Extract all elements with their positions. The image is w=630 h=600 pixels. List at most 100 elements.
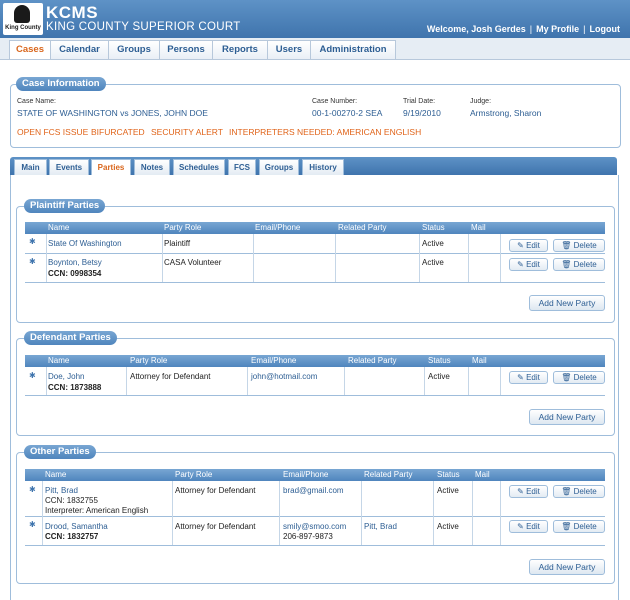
nav-administration[interactable]: Administration — [310, 40, 396, 59]
edit-button[interactable]: ✎ Edit — [509, 485, 548, 498]
party-name-link[interactable]: Pitt, Brad — [45, 486, 78, 495]
add-plaintiff-party-button[interactable]: Add New Party — [529, 295, 605, 311]
trash-icon: 🗑 — [561, 241, 574, 250]
welcome-text: Welcome, Josh Gerdes — [426, 24, 526, 34]
delete-button[interactable]: 🗑 Delete — [553, 485, 605, 498]
judge-name: Armstrong, Sharon — [470, 108, 542, 118]
col-related-party: Related Party — [338, 223, 387, 232]
col-mail: Mail — [471, 223, 486, 232]
col-party-role: Party Role — [164, 223, 202, 232]
add-defendant-party-button[interactable]: Add New Party — [529, 409, 605, 425]
party-ccn: CCN: 1873888 — [48, 383, 102, 392]
party-ccn: CCN: 0998354 — [48, 269, 102, 278]
pencil-icon: ✎ — [517, 487, 527, 496]
other-table-header: Name Party Role Email/Phone Related Part… — [25, 469, 605, 481]
expand-icon[interactable]: ✱ — [29, 486, 36, 494]
plaintiff-legend: Plaintiff Parties — [24, 199, 106, 213]
party-role: Attorney for Defendant — [175, 486, 256, 495]
delete-button[interactable]: 🗑 Delete — [553, 371, 605, 384]
nav-groups[interactable]: Groups — [108, 40, 160, 59]
edit-button[interactable]: ✎ Edit — [509, 239, 548, 252]
party-role: CASA Volunteer — [164, 258, 222, 267]
col-email-phone: Email/Phone — [255, 223, 301, 232]
party-email-link[interactable]: smily@smoo.com — [283, 522, 346, 531]
col-email-phone: Email/Phone — [251, 356, 297, 365]
case-info-legend: Case Information — [16, 77, 106, 91]
case-name-label: Case Name: — [17, 98, 56, 105]
nav-users[interactable]: Users — [267, 40, 311, 59]
nav-persons[interactable]: Persons — [159, 40, 213, 59]
my-profile-link[interactable]: My Profile — [536, 24, 579, 34]
tab-history[interactable]: History — [302, 159, 344, 175]
col-related-party: Related Party — [348, 356, 397, 365]
case-name: STATE OF WASHINGTON vs JONES, JOHN DOE — [17, 108, 208, 118]
col-status: Status — [428, 356, 451, 365]
delete-button[interactable]: 🗑 Delete — [553, 239, 605, 252]
main-nav: Cases Calendar Groups Persons Reports Us… — [0, 38, 630, 60]
alert-bifurcated: BIFURCATED — [91, 127, 145, 137]
delete-button[interactable]: 🗑 Delete — [553, 520, 605, 533]
trash-icon: 🗑 — [561, 260, 574, 269]
expand-icon[interactable]: ✱ — [29, 258, 36, 266]
col-party-role: Party Role — [130, 356, 168, 365]
party-name-link[interactable]: Doe, John — [48, 372, 84, 381]
case-number: 00-1-00270-2 SEA — [312, 108, 383, 118]
defendant-table-header: Name Party Role Email/Phone Related Part… — [25, 355, 605, 367]
defendant-legend: Defendant Parties — [24, 331, 117, 345]
trial-date-label: Trial Date: — [403, 98, 436, 105]
expand-icon[interactable]: ✱ — [29, 238, 36, 246]
party-ccn: CCN: 1832757 — [45, 532, 99, 541]
trash-icon: 🗑 — [561, 373, 574, 382]
tab-main[interactable]: Main — [14, 159, 47, 175]
app-header: King County KCMS KING COUNTY SUPERIOR CO… — [0, 0, 630, 38]
logo-text: King County — [5, 25, 41, 31]
nav-reports[interactable]: Reports — [212, 40, 268, 59]
party-name-link[interactable]: Boynton, Betsy — [48, 258, 102, 267]
tab-schedules[interactable]: Schedules — [173, 159, 225, 175]
party-role: Attorney for Defendant — [130, 372, 211, 381]
party-email-link[interactable]: john@hotmail.com — [251, 372, 317, 381]
trash-icon: 🗑 — [561, 487, 574, 496]
judge-label: Judge: — [470, 98, 492, 105]
court-name: KING COUNTY SUPERIOR COURT — [46, 21, 241, 33]
tab-parties[interactable]: Parties — [91, 159, 131, 175]
pencil-icon: ✎ — [517, 260, 527, 269]
related-party-link[interactable]: Pitt, Brad — [364, 522, 397, 531]
tab-notes[interactable]: Notes — [134, 159, 170, 175]
alert-interpreters: INTERPRETERS NEEDED: AMERICAN ENGLISH — [229, 127, 422, 137]
col-mail: Mail — [475, 470, 490, 479]
party-name-link[interactable]: State Of Washington — [48, 239, 122, 248]
tab-groups[interactable]: Groups — [259, 159, 299, 175]
nav-cases[interactable]: Cases — [9, 40, 51, 59]
party-status: Active — [437, 486, 459, 495]
expand-icon[interactable]: ✱ — [29, 521, 36, 529]
expand-icon[interactable]: ✱ — [29, 372, 36, 380]
logout-link[interactable]: Logout — [590, 24, 621, 34]
alert-open-fcs: OPEN FCS ISSUE — [17, 127, 89, 137]
pencil-icon: ✎ — [517, 241, 527, 250]
case-number-label: Case Number: — [312, 98, 358, 105]
other-legend: Other Parties — [24, 445, 96, 459]
nav-calendar[interactable]: Calendar — [50, 40, 109, 59]
alert-security: SECURITY ALERT — [151, 127, 223, 137]
col-name: Name — [48, 356, 70, 365]
tab-events[interactable]: Events — [49, 159, 89, 175]
pencil-icon: ✎ — [517, 373, 527, 382]
party-status: Active — [428, 372, 450, 381]
col-related-party: Related Party — [364, 470, 413, 479]
party-name-link[interactable]: Drood, Samantha — [45, 522, 108, 531]
tab-fcs[interactable]: FCS — [228, 159, 256, 175]
col-name: Name — [48, 223, 70, 232]
edit-button[interactable]: ✎ Edit — [509, 520, 548, 533]
delete-button[interactable]: 🗑 Delete — [553, 258, 605, 271]
party-role: Plaintiff — [164, 239, 191, 248]
edit-button[interactable]: ✎ Edit — [509, 371, 548, 384]
party-email-link[interactable]: brad@gmail.com — [283, 486, 344, 495]
trial-date: 9/19/2010 — [403, 108, 441, 118]
party-status: Active — [422, 258, 444, 267]
party-phone: 206-897-9873 — [283, 532, 333, 541]
add-other-party-button[interactable]: Add New Party — [529, 559, 605, 575]
party-status: Active — [437, 522, 459, 531]
edit-button[interactable]: ✎ Edit — [509, 258, 548, 271]
app-name: KCMS — [46, 3, 99, 22]
